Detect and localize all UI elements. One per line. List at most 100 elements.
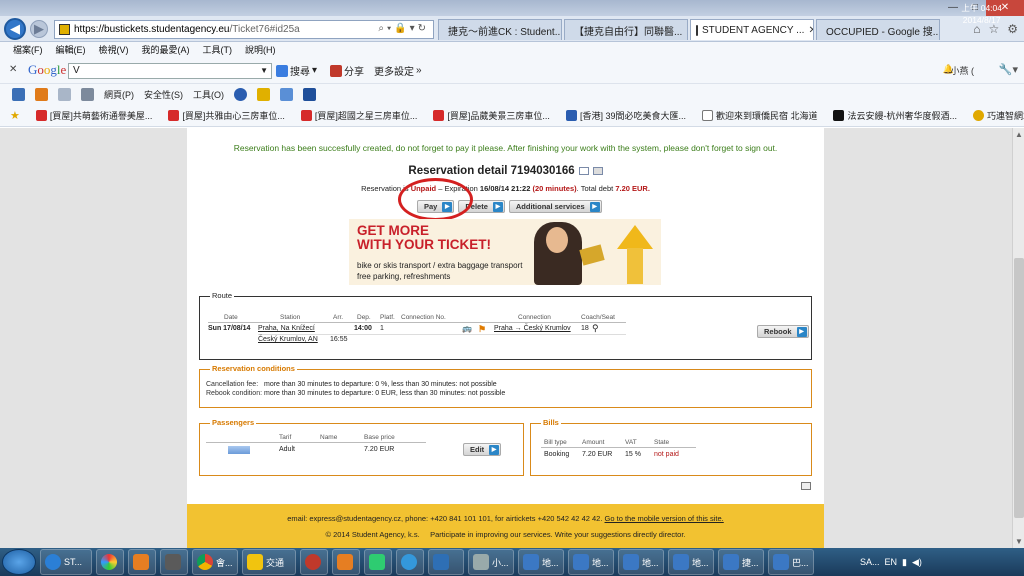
favorite-link[interactable]: 歡迎來到環僑民宿 北海道 [701,109,817,122]
passenger-header-price: Base price [364,434,395,441]
promo-banner[interactable]: GET MORE WITH YOUR TICKET! bike or skis t… [349,219,661,285]
help-icon[interactable] [234,88,247,101]
route-header-divider [208,322,626,323]
route-station-from[interactable]: Praha, Na Knížecí [258,325,315,332]
window-icon [523,554,539,570]
taskbar-app[interactable] [128,549,156,575]
rebook-button[interactable]: Rebook ▶ [757,325,809,338]
vertical-scrollbar[interactable]: ▲ ▼ [1012,128,1024,548]
close-toolbar-icon[interactable]: ✕ [9,64,17,75]
tab-student-agency[interactable]: STUDENT AGENCY ...✕ [690,19,814,40]
mail-icon[interactable] [58,88,71,101]
taskbar-window[interactable]: 地... [568,549,614,575]
system-clock[interactable]: 上午 04:04 2014/8/17 [961,2,1002,26]
back-button[interactable]: ◀ [4,18,26,40]
footer-participate[interactable]: Participate in improving our services. W… [430,530,685,539]
google-user[interactable]: 小燕 ( [951,64,975,77]
taskbar-app[interactable] [396,549,424,575]
network-icon[interactable]: ▮ [902,557,907,568]
taskbar-window[interactable]: 地... [518,549,564,575]
menu-file[interactable]: 檔案(F) [13,43,43,56]
favorite-link[interactable]: [買屋]品葳美景三房車位... [433,109,550,122]
print-icon[interactable] [81,88,94,101]
favorite-link[interactable]: 法云安縵-杭州奢华度假酒... [833,109,957,122]
language-indicator[interactable]: EN [885,557,898,567]
taskbar-window[interactable]: 地... [618,549,664,575]
google-share-button[interactable]: 分享 [330,63,364,78]
bluetooth-icon[interactable] [303,88,316,101]
magnifier-icon[interactable]: ⚲ [592,323,599,334]
volume-icon[interactable]: ◀) [912,557,922,568]
addon-icon[interactable] [280,88,293,101]
banner-body: bike or skis transport / extra baggage t… [357,260,522,282]
app-icon [433,554,449,570]
favorite-link[interactable]: [買屋]共雅由心三房車位... [168,109,285,122]
dropdown-icon[interactable]: ▼ [260,64,268,78]
bill-vat: 15 % [625,451,641,458]
cmd-page[interactable]: 網頁(P) [104,88,134,101]
banner-line-2: free parking, refreshments [357,272,451,281]
wrench-icon[interactable]: 🔧▾ [999,63,1018,76]
favorite-link[interactable]: [買屋]超國之星三房車位... [300,109,417,122]
taskbar-chrome[interactable]: 會... [192,549,238,575]
address-bar[interactable]: https://bustickets.studentagency.eu/Tick… [54,20,434,39]
tab-google-search[interactable]: OCCUPIED - Google 搜... [816,19,940,40]
additional-services-button[interactable]: Additional services ▶ [508,200,602,213]
ie-icon [45,554,61,570]
google-search-button[interactable]: 搜尋 ▾ [276,63,317,78]
taskbar-app[interactable] [160,549,188,575]
google-more-button[interactable]: 更多設定 » [374,63,422,78]
menu-edit[interactable]: 編輯(E) [56,43,86,56]
taskbar-folder[interactable]: 交通 [242,549,296,575]
close-tab-icon[interactable]: ✕ [804,25,813,36]
taskbar-app[interactable] [300,549,328,575]
print-page-icon[interactable] [801,482,811,490]
rss-feed-icon[interactable] [35,88,48,101]
scroll-down-icon[interactable]: ▼ [1015,537,1023,546]
google-search-input[interactable]: V ▼ [68,63,272,79]
passenger-header-tarif: Tarif [279,434,292,441]
menu-tools[interactable]: 工具(T) [203,43,233,56]
address-controls-icon[interactable]: ⌕▾🔒▾↻ [378,23,429,34]
tray-app-label[interactable]: SA... [860,557,880,567]
menu-view[interactable]: 檢視(V) [99,43,129,56]
taskbar-app[interactable] [364,549,392,575]
scroll-up-icon[interactable]: ▲ [1015,130,1023,139]
start-button[interactable] [2,549,36,575]
taskbar-calculator[interactable]: 小... [468,549,514,575]
scrollbar-thumb[interactable] [1014,258,1024,518]
page-container: Reservation has been succesfully created… [187,128,824,548]
banner-headline-1: GET MORE [357,223,430,238]
favorites-star-icon[interactable]: ★ [10,109,20,122]
route-connection-link[interactable]: Praha → Český Krumlov [494,325,571,332]
favorite-link[interactable]: [香港] 39間必吃美食大匯... [565,109,686,122]
cmd-tools[interactable]: 工具(O) [193,88,224,101]
email-icon[interactable] [578,166,589,175]
menu-favorites[interactable]: 我的最愛(A) [142,43,190,56]
taskbar-label: 地... [692,557,709,568]
taskbar-window[interactable]: 地... [668,549,714,575]
settings-gear-icon[interactable]: ⚙ [1007,22,1018,36]
google-more-label: 更多設定 [374,67,414,78]
footer-copyright-line: © 2014 Student Agency, k.s. Participate … [187,530,824,539]
menu-help[interactable]: 說明(H) [245,43,276,56]
favorite-link[interactable]: [買屋]共萌藝術通譽美屋... [35,109,152,122]
taskbar-window[interactable]: 捷... [718,549,764,575]
edit-passenger-button[interactable]: Edit ▶ [463,443,501,456]
taskbar-ie[interactable]: ST... [40,549,92,575]
tab-prague-trip[interactable]: 【捷克自由行】同聯醫... [564,19,688,40]
passengers-section: Passengers Tarif Name Base price Adult 7… [199,418,524,476]
mobile-version-link[interactable]: Go to the mobile version of this site. [605,514,724,523]
favorite-link[interactable]: 巧連智網站 [972,109,1024,122]
tab-student[interactable]: 捷克～前進CK : Student... [438,19,562,40]
addon-icon[interactable] [257,88,270,101]
print-icon[interactable] [592,166,603,175]
route-station-to[interactable]: Český Krumlov, AN [258,336,318,343]
forward-button[interactable]: ▶ [30,20,48,38]
taskbar-app[interactable] [428,549,464,575]
taskbar-window[interactable]: 巴... [768,549,814,575]
taskbar-app[interactable] [96,549,124,575]
taskbar-app[interactable] [332,549,360,575]
home-page-icon[interactable] [12,88,25,101]
cmd-safety[interactable]: 安全性(S) [144,88,183,101]
